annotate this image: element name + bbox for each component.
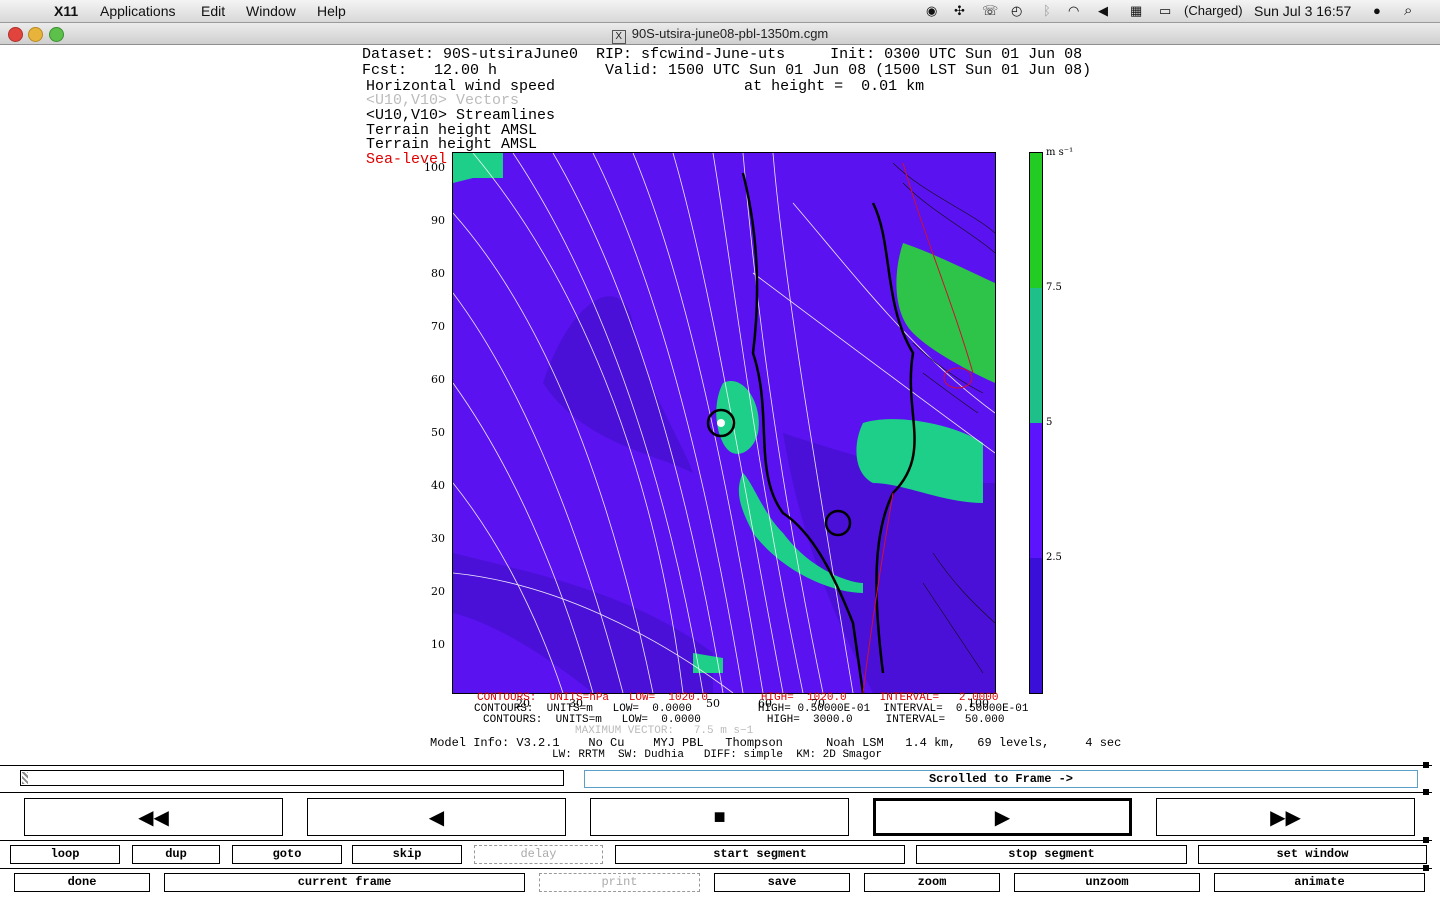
stop-icon: ■ [713, 805, 726, 828]
colorbar-label: 2.5 [1046, 552, 1062, 563]
header-terrain-2: Terrain height AMSL [366, 136, 538, 153]
pane-handle[interactable] [1423, 762, 1429, 768]
frame-slider-thumb[interactable] [22, 772, 28, 784]
menu-app-x11[interactable]: X11 [54, 0, 78, 22]
y-tick-label: 10 [431, 638, 445, 651]
loop-button[interactable]: loop [10, 845, 120, 864]
pane-handle[interactable] [1423, 837, 1429, 843]
menu-edit[interactable]: Edit [201, 0, 225, 22]
separator [0, 792, 1432, 793]
frame-status: Scrolled to Frame -> [584, 770, 1418, 788]
goto-button[interactable]: goto [232, 845, 342, 864]
delay-button: delay [474, 845, 603, 864]
status-plug-icon[interactable]: ✣ [954, 0, 965, 22]
colorbar-band-teal [1030, 288, 1042, 423]
header-streamlines: <U10,V10> Streamlines [366, 107, 556, 124]
colorbar-label: 7.5 [1046, 282, 1062, 293]
unzoom-button[interactable]: unzoom [1014, 873, 1200, 892]
calendar-icon[interactable]: ▦ [1130, 0, 1142, 22]
fast-rewind-icon: ◀◀ [138, 806, 169, 829]
y-tick-label: 90 [431, 214, 445, 227]
menu-clock[interactable]: Sun Jul 3 16:57 [1254, 0, 1351, 22]
skip-button[interactable]: skip [352, 845, 462, 864]
current-frame-button[interactable]: current frame [164, 873, 525, 892]
header-forecast: Fcst: 12.00 h Valid: 1500 UTC Sun 01 Jun… [362, 62, 1092, 79]
battery-icon[interactable]: ▭ [1159, 0, 1171, 22]
header-vectors: <U10,V10> Vectors [366, 92, 520, 109]
play-button[interactable]: ▶ [873, 798, 1132, 836]
status-phone-icon[interactable]: ☏ [982, 0, 998, 22]
colorbar-band-green [1030, 153, 1042, 288]
y-tick-label: 70 [431, 320, 445, 333]
fast-rewind-button[interactable]: ◀◀ [24, 798, 283, 836]
wind-speed-plot [452, 152, 996, 694]
menu-applications[interactable]: Applications [100, 0, 176, 22]
wifi-icon[interactable]: ◠ [1068, 0, 1079, 22]
separator [0, 765, 1432, 766]
model-physics-info: LW: RRTM SW: Dudhia DIFF: simple KM: 2D … [552, 749, 883, 761]
pane-handle[interactable] [1423, 865, 1429, 871]
colorbar-label: 5 [1046, 417, 1053, 428]
model-info: Model Info: V3.2.1 No Cu MYJ PBL Thompso… [430, 736, 1122, 750]
y-tick-label: 20 [431, 585, 445, 598]
battery-status: (Charged) [1184, 3, 1243, 18]
save-button[interactable]: save [714, 873, 850, 892]
zoom-button[interactable]: zoom [864, 873, 1000, 892]
y-tick-label: 80 [431, 267, 445, 280]
bluetooth-icon[interactable]: ᛒ [1043, 0, 1051, 22]
done-button[interactable]: done [14, 873, 150, 892]
pane-handle[interactable] [1423, 789, 1429, 795]
frame-slider[interactable] [20, 770, 564, 786]
spotlight-search-icon[interactable]: ⌕ [1404, 0, 1412, 22]
colorbar-band-violet [1030, 423, 1042, 558]
animate-button[interactable]: animate [1214, 873, 1425, 892]
play-icon: ▶ [994, 806, 1011, 829]
colorbar [1029, 152, 1043, 694]
separator [0, 840, 1432, 841]
colorbar-band-indigo [1030, 558, 1042, 693]
menu-help[interactable]: Help [317, 0, 346, 22]
print-button: print [539, 873, 700, 892]
step-back-button[interactable]: ◀ [307, 798, 566, 836]
stop-segment-button[interactable]: stop segment [916, 845, 1187, 864]
time-machine-icon[interactable]: ◴ [1011, 0, 1022, 22]
plot-canvas [453, 153, 995, 693]
x11-window-icon: X [611, 30, 626, 44]
header-dataset: Dataset: 90S-utsiraJune0 RIP: sfcwind-Ju… [362, 46, 1083, 63]
y-tick-label: 30 [431, 532, 445, 545]
dup-button[interactable]: dup [132, 845, 220, 864]
y-tick-label: 100 [424, 161, 445, 174]
menu-window[interactable]: Window [246, 0, 296, 22]
stop-button[interactable]: ■ [590, 798, 849, 836]
window-title-bar[interactable]: X 90S-utsira-june08-pbl-1350m.cgm [0, 23, 1440, 45]
menu-bar: X11 Applications Edit Window Help ◉ ✣ ☏ … [0, 0, 1440, 23]
user-icon[interactable]: ● [1373, 0, 1381, 22]
y-tick-label: 60 [431, 373, 445, 386]
fast-forward-icon: ▶▶ [1270, 806, 1301, 829]
y-tick-label: 40 [431, 479, 445, 492]
set-window-button[interactable]: set window [1198, 845, 1427, 864]
start-segment-button[interactable]: start segment [615, 845, 905, 864]
volume-icon[interactable]: ◀ [1098, 0, 1108, 22]
colorbar-unit: m s⁻¹ [1046, 147, 1074, 158]
step-back-icon: ◀ [428, 806, 445, 829]
separator [0, 868, 1432, 869]
fast-forward-button[interactable]: ▶▶ [1156, 798, 1415, 836]
y-tick-label: 50 [431, 426, 445, 439]
status-owl-icon[interactable]: ◉ [926, 0, 937, 22]
window-title: 90S-utsira-june08-pbl-1350m.cgm [631, 26, 829, 41]
